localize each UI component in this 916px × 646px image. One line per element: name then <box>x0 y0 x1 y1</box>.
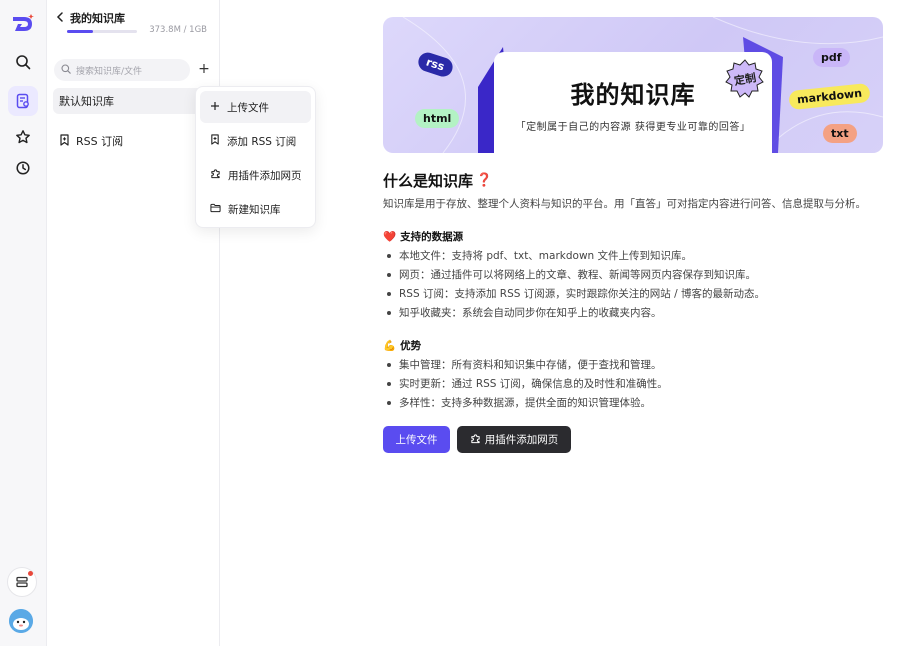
section-title-text: 优势 <box>400 340 422 352</box>
avatar[interactable] <box>9 609 33 633</box>
puzzle-icon <box>210 168 221 182</box>
list-item: 实时更新：通过 RSS 订阅，确保信息的及时性和准确性。 <box>387 374 668 393</box>
upload-file-button[interactable]: 上传文件 <box>383 426 450 453</box>
search-input[interactable]: 搜索知识库/文件 <box>54 59 190 81</box>
main-content: 我的知识库 「定制属于自己的内容源 获得更专业可靠的回答」 rss html p… <box>221 0 916 646</box>
quota-text: 373.8M / 1GB <box>149 25 207 35</box>
chevron-left-icon[interactable] <box>56 11 64 25</box>
tag-pdf: pdf <box>813 48 850 67</box>
bookmark-icon <box>59 133 70 149</box>
sidebar-title: 我的知识库 <box>70 12 125 25</box>
quota-bar <box>67 30 137 33</box>
section-heading: 什么是知识库 ❓ <box>383 170 492 191</box>
add-webpage-button[interactable]: 用插件添加网页 <box>457 426 571 453</box>
search-icon[interactable] <box>8 47 38 77</box>
customize-badge: 定制 <box>725 59 765 99</box>
bookmark-plus-icon <box>210 134 220 148</box>
puzzle-icon <box>470 433 481 447</box>
knowledge-base-icon[interactable] <box>8 86 38 116</box>
list-item: 网页：通过插件可以将网络上的文章、教程、新闻等网页内容保存到知识库。 <box>387 265 765 284</box>
list-item: 知乎收藏夹：系统会自动同步你在知乎上的收藏夹内容。 <box>387 303 765 322</box>
list-item: 集中管理：所有资料和知识集中存储，便于查找和管理。 <box>387 355 668 374</box>
datasource-title: ❤️ 支持的数据源 <box>383 229 463 244</box>
hero-banner: 我的知识库 「定制属于自己的内容源 获得更专业可靠的回答」 rss html p… <box>383 17 883 153</box>
tag-html: html <box>415 109 460 128</box>
search-icon <box>61 63 71 77</box>
plus-icon <box>210 101 220 114</box>
quota-bar-fill <box>67 30 93 33</box>
history-icon[interactable] <box>8 153 38 183</box>
star-icon[interactable] <box>8 122 38 152</box>
intro-text: 知识库是用于存放、整理个人资料与知识的平台。用「直答」可对指定内容进行问答、信息… <box>383 198 866 210</box>
add-button[interactable]: + <box>194 59 214 79</box>
button-label: 用插件添加网页 <box>484 434 559 446</box>
list-item: 本地文件：支持将 pdf、txt、markdown 文件上传到知识库。 <box>387 246 765 265</box>
banner-subtitle: 「定制属于自己的内容源 获得更专业可靠的回答」 <box>515 122 751 133</box>
sidebar-item-label: RSS 订阅 <box>76 135 124 148</box>
icon-rail <box>0 0 47 646</box>
datasource-list: 本地文件：支持将 pdf、txt、markdown 文件上传到知识库。 网页：通… <box>387 246 765 322</box>
section-title-text: 支持的数据源 <box>400 231 464 243</box>
sidebar-item-label: 默认知识库 <box>59 95 114 108</box>
search-placeholder: 搜索知识库/文件 <box>76 66 143 77</box>
sidebar-item-default-kb[interactable]: 默认知识库 <box>53 88 213 114</box>
advantages-list: 集中管理：所有资料和知识集中存储，便于查找和管理。 实时更新：通过 RSS 订阅… <box>387 355 668 412</box>
heart-icon: ❤️ <box>383 231 397 243</box>
layers-icon[interactable] <box>7 567 37 597</box>
app-logo[interactable] <box>10 12 36 36</box>
advantages-title: 💪 优势 <box>383 338 421 353</box>
heading-text: 什么是知识库 <box>383 172 474 190</box>
sidebar-item-rss[interactable]: RSS 订阅 <box>53 128 213 154</box>
question-icon: ❓ <box>476 173 493 188</box>
sidebar-header[interactable]: 我的知识库 <box>56 10 125 26</box>
muscle-icon: 💪 <box>383 340 397 352</box>
notification-dot <box>28 571 33 576</box>
tag-txt: txt <box>823 124 857 143</box>
list-item: RSS 订阅：支持添加 RSS 订阅源，实时跟踪你关注的网站 / 博客的最新动态… <box>387 284 765 303</box>
folder-icon <box>210 203 221 216</box>
list-item: 多样性：支持多种数据源，提供全面的知识管理体验。 <box>387 393 668 412</box>
